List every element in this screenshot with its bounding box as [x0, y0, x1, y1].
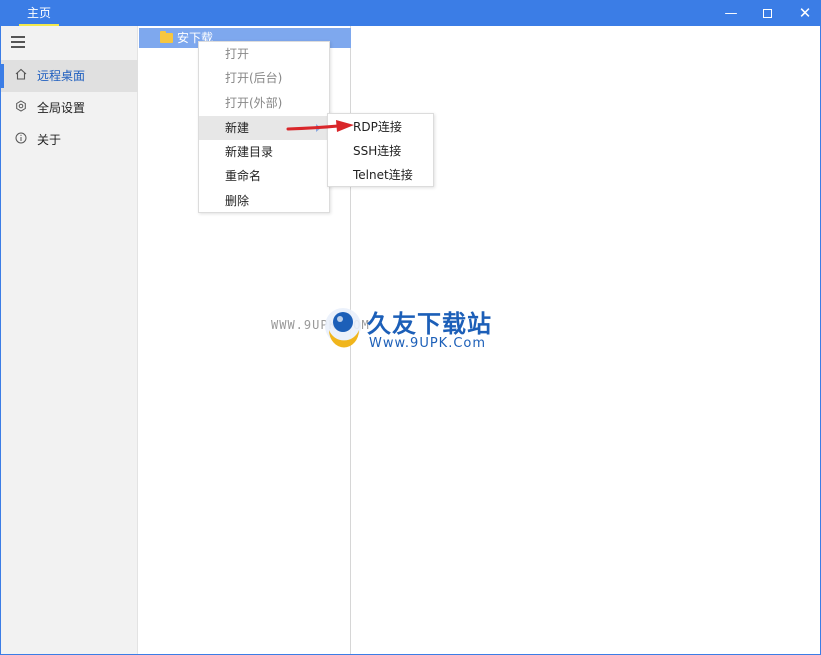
menu-item-delete[interactable]: 删除: [199, 189, 329, 213]
menu-item-open-background[interactable]: 打开(后台): [199, 66, 329, 90]
hamburger-icon[interactable]: [11, 36, 25, 48]
sidebar-item-label: 关于: [37, 133, 62, 147]
home-icon: [13, 60, 29, 92]
watermark-name-cn: 久友下载站: [367, 310, 492, 338]
menu-item-rename[interactable]: 重命名: [199, 164, 329, 188]
app-window: 主页 — ✕ 远程桌面 全局设置 关于 安下载 打开 打开(后台) 打开(外部)…: [0, 0, 821, 655]
menu-item-new-directory[interactable]: 新建目录: [199, 140, 329, 164]
sidebar: 远程桌面 全局设置 关于: [1, 26, 138, 654]
sidebar-item-about[interactable]: 关于: [1, 124, 138, 156]
menu-item-open[interactable]: 打开: [199, 42, 329, 66]
watermark-name-en: Www.9UPK.Com: [369, 336, 487, 351]
minimize-button[interactable]: —: [713, 1, 749, 26]
sidebar-item-label: 远程桌面: [37, 69, 86, 83]
watermark: WWW.9UPK.COM 久友下载站 Www.9UPK.Com: [271, 304, 511, 364]
tab-home[interactable]: 主页: [19, 1, 60, 26]
maximize-icon: [762, 9, 772, 18]
sidebar-item-remote-desktop[interactable]: 远程桌面: [1, 60, 138, 92]
sidebar-item-label: 全局设置: [37, 101, 86, 115]
info-icon: [13, 124, 29, 156]
submenu-item-telnet[interactable]: Telnet连接: [328, 163, 433, 187]
annotation-arrow-icon: [286, 120, 354, 132]
close-button[interactable]: ✕: [787, 1, 821, 26]
menu-item-label: 新建: [225, 121, 250, 135]
title-bar: 主页 — ✕: [1, 1, 820, 26]
sidebar-item-global-settings[interactable]: 全局设置: [1, 92, 138, 124]
menu-item-open-external[interactable]: 打开(外部): [199, 91, 329, 115]
submenu-item-ssh[interactable]: SSH连接: [328, 139, 433, 163]
maximize-button[interactable]: [749, 1, 785, 26]
gear-icon: [13, 92, 29, 124]
watermark-logo-icon: [325, 308, 361, 348]
